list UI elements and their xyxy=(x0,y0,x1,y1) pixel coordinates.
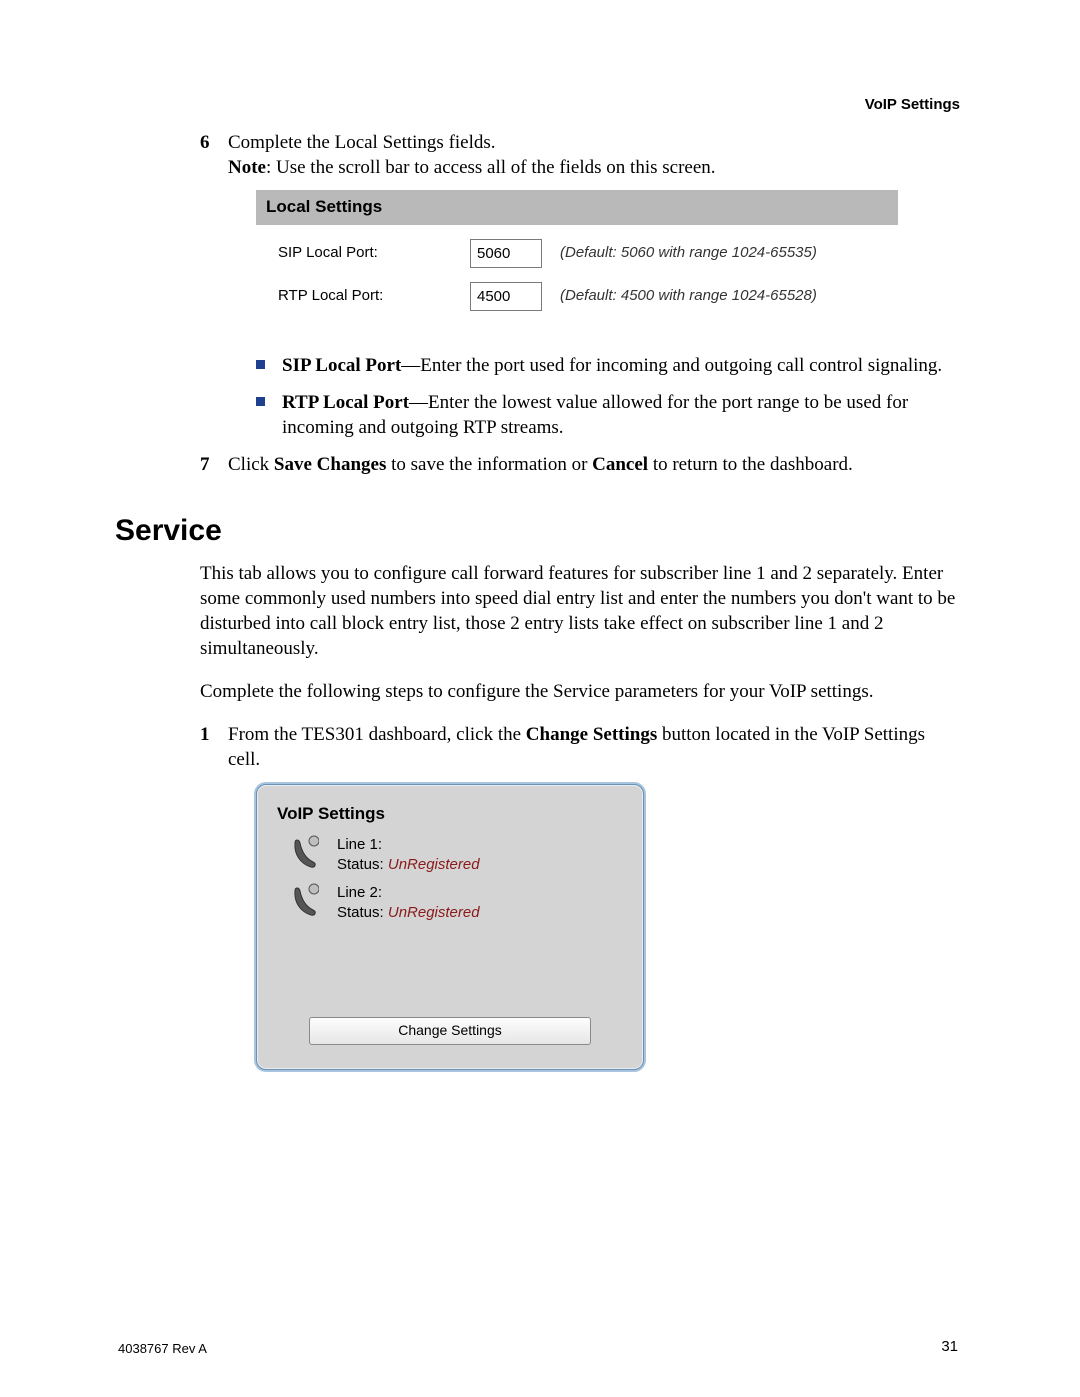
voip-line-1-label: Line 1: xyxy=(337,835,480,855)
rtp-local-port-input[interactable] xyxy=(470,282,542,311)
sip-local-port-row: SIP Local Port: (Default: 5060 with rang… xyxy=(278,239,884,268)
step-7-number: 7 xyxy=(200,452,210,477)
service-step-1-btn: Change Settings xyxy=(526,724,657,745)
service-step-1-number: 1 xyxy=(200,722,210,747)
bullet-rtp-bold: RTP Local Port xyxy=(282,392,409,413)
bullet-sip-local-port: SIP Local Port—Enter the port used for i… xyxy=(256,353,960,378)
step-7-post: to return to the dashboard. xyxy=(648,454,853,475)
voip-line-2-status-value: UnRegistered xyxy=(388,904,480,921)
step-6-line1: Complete the Local Settings fields. xyxy=(228,132,496,153)
service-heading: Service xyxy=(115,511,960,551)
service-paragraph-1: This tab allows you to configure call fo… xyxy=(200,561,960,661)
sip-local-port-hint: (Default: 5060 with range 1024-65535) xyxy=(560,243,817,263)
service-step-1-pre: From the TES301 dashboard, click the xyxy=(228,724,526,745)
page-header-section: VoIP Settings xyxy=(865,95,960,115)
step-7-mid: to save the information or xyxy=(386,454,592,475)
rtp-local-port-label: RTP Local Port: xyxy=(278,286,470,306)
step-6-note-label: Note xyxy=(228,157,266,178)
service-paragraph-2: Complete the following steps to configur… xyxy=(200,679,960,704)
rtp-local-port-row: RTP Local Port: (Default: 4500 with rang… xyxy=(278,282,884,311)
voip-line-1-status-value: UnRegistered xyxy=(388,856,480,873)
step-7-pre: Click xyxy=(228,454,274,475)
voip-line-2-label: Line 2: xyxy=(337,883,480,903)
local-settings-title: Local Settings xyxy=(256,190,898,224)
voip-line-1-status-label: Status: xyxy=(337,856,388,873)
service-step-1: 1 From the TES301 dashboard, click the C… xyxy=(200,722,960,1070)
bullet-sip-bold: SIP Local Port xyxy=(282,355,401,376)
phone-icon xyxy=(291,883,319,917)
local-settings-panel: Local Settings SIP Local Port: (Default:… xyxy=(256,190,898,334)
voip-settings-card: VoIP Settings Line 1: Status: UnRegister… xyxy=(256,784,644,1070)
footer-page-number: 31 xyxy=(941,1337,958,1357)
voip-line-2: Line 2: Status: UnRegistered xyxy=(257,881,643,929)
phone-icon xyxy=(291,835,319,869)
step-6-number: 6 xyxy=(200,130,210,155)
voip-line-1: Line 1: Status: UnRegistered xyxy=(257,833,643,881)
footer-doc-id: 4038767 Rev A xyxy=(118,1340,207,1357)
sip-local-port-input[interactable] xyxy=(470,239,542,268)
voip-card-title: VoIP Settings xyxy=(257,785,643,833)
bullet-sip-rest: —Enter the port used for incoming and ou… xyxy=(401,355,942,376)
step-6: 6 Complete the Local Settings fields. No… xyxy=(200,130,960,440)
step-7-cancel: Cancel xyxy=(592,454,648,475)
step-7-save: Save Changes xyxy=(274,454,386,475)
step-7: 7 Click Save Changes to save the informa… xyxy=(200,452,960,477)
bullet-rtp-local-port: RTP Local Port—Enter the lowest value al… xyxy=(256,390,960,440)
change-settings-button[interactable]: Change Settings xyxy=(309,1017,591,1045)
voip-line-2-status-label: Status: xyxy=(337,904,388,921)
rtp-local-port-hint: (Default: 4500 with range 1024-65528) xyxy=(560,286,817,306)
step-6-note-rest: : Use the scroll bar to access all of th… xyxy=(266,157,716,178)
sip-local-port-label: SIP Local Port: xyxy=(278,243,470,263)
